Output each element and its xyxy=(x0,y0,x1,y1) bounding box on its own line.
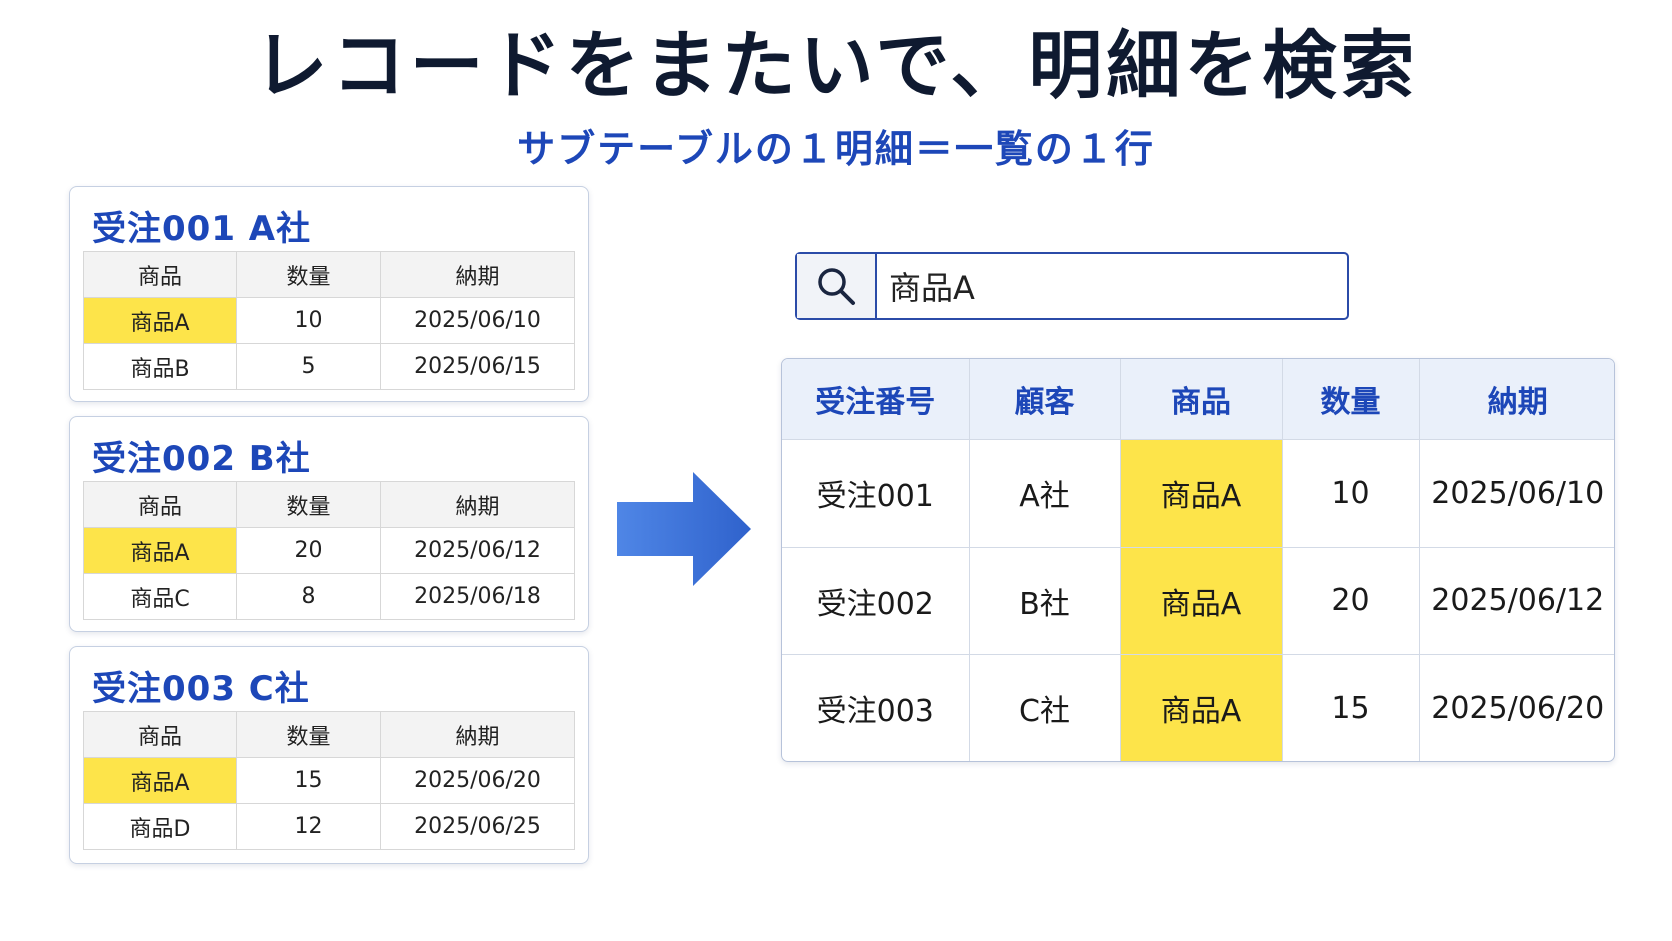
column-header-product: 商品 xyxy=(83,481,237,528)
cell-due: 2025/06/20 xyxy=(1431,690,1605,726)
subtable-header-row: 商品 数量 納期 xyxy=(83,481,575,528)
cell-customer: C社 xyxy=(969,654,1121,761)
cell-product: 商品B xyxy=(83,343,237,390)
cell-product: 商品C xyxy=(83,573,237,620)
result-list: 受注番号 顧客 商品 数量 納期 受注001 A社 商品A 10 2025/06… xyxy=(781,358,1615,762)
record-card-002: 受注002 B社 商品 数量 納期 商品A 20 2025/06/12 商品C … xyxy=(69,416,589,632)
column-header-qty: 数量 xyxy=(236,251,381,298)
table-row: 商品C 8 2025/06/18 xyxy=(83,573,575,620)
cell-due: 2025/06/15 xyxy=(380,343,575,390)
column-header-product: 商品 xyxy=(1120,359,1283,440)
cell-due: 2025/06/12 xyxy=(380,527,575,574)
cell-qty: 15 xyxy=(236,757,381,804)
cell-due: 2025/06/10 xyxy=(1419,439,1614,548)
column-header-due: 納期 xyxy=(380,711,575,758)
cell-product-highlighted: 商品A xyxy=(83,757,237,804)
cell-due: 2025/06/18 xyxy=(380,573,575,620)
cell-product-highlighted: 商品A xyxy=(1120,547,1283,656)
cell-qty: 12 xyxy=(236,803,381,850)
column-header-product: 商品 xyxy=(83,251,237,298)
cell-product: 商品D xyxy=(83,803,237,850)
cell-due: 2025/06/10 xyxy=(380,297,575,344)
cell-order-no: 受注002 xyxy=(782,547,970,656)
result-header-row: 受注番号 顧客 商品 数量 納期 xyxy=(782,359,1614,440)
cell-product-highlighted: 商品A xyxy=(1120,654,1283,761)
cell-order-no: 受注001 xyxy=(782,439,970,548)
subtable: 商品 数量 納期 商品A 20 2025/06/12 商品C 8 2025/06… xyxy=(83,481,575,620)
right-arrow-icon xyxy=(617,472,751,586)
column-header-due: 納期 xyxy=(380,251,575,298)
table-row: 商品A 10 2025/06/10 xyxy=(83,297,575,344)
column-header-qty: 数量 xyxy=(1282,359,1420,440)
subtable: 商品 数量 納期 商品A 10 2025/06/10 商品B 5 2025/06… xyxy=(83,251,575,390)
cell-qty: 10 xyxy=(236,297,381,344)
column-header-customer: 顧客 xyxy=(969,359,1121,440)
cell-due: 2025/06/20 xyxy=(380,757,575,804)
column-header-product: 商品 xyxy=(83,711,237,758)
cell-qty: 20 xyxy=(236,527,381,574)
cell-qty: 5 xyxy=(236,343,381,390)
table-row: 受注003 C社 商品A 15 2025/06/20 xyxy=(782,654,1614,761)
page-title: レコードをまたいで、明細を検索 xyxy=(253,23,1419,109)
table-row: 商品A 15 2025/06/20 xyxy=(83,757,575,804)
cell-qty: 20 xyxy=(1282,547,1420,656)
page-subtitle: サブテーブルの１明細＝一覧の１行 xyxy=(517,127,1155,171)
record-title: 受注003 C社 xyxy=(92,669,310,709)
table-row: 商品B 5 2025/06/15 xyxy=(83,343,575,390)
cell-qty: 10 xyxy=(1282,439,1420,548)
column-header-qty: 数量 xyxy=(236,481,381,528)
search-button[interactable] xyxy=(797,254,877,318)
cell-order-no: 受注003 xyxy=(782,654,970,761)
table-row: 商品D 12 2025/06/25 xyxy=(83,803,575,850)
table-row: 受注002 B社 商品A 20 2025/06/12 xyxy=(782,547,1614,656)
table-row: 商品A 20 2025/06/12 xyxy=(83,527,575,574)
subtable-header-row: 商品 数量 納期 xyxy=(83,251,575,298)
column-header-due: 納期 xyxy=(1419,359,1614,440)
search-input[interactable] xyxy=(889,262,1329,310)
record-title: 受注001 A社 xyxy=(92,209,312,249)
cell-product-highlighted: 商品A xyxy=(83,297,237,344)
cell-customer: B社 xyxy=(969,547,1121,656)
record-title: 受注002 B社 xyxy=(92,439,311,479)
record-card-001: 受注001 A社 商品 数量 納期 商品A 10 2025/06/10 商品B … xyxy=(69,186,589,402)
subtable: 商品 数量 納期 商品A 15 2025/06/20 商品D 12 2025/0… xyxy=(83,711,575,850)
cell-customer: A社 xyxy=(969,439,1121,548)
cell-qty: 15 xyxy=(1282,654,1420,761)
subtable-header-row: 商品 数量 納期 xyxy=(83,711,575,758)
result-table: 受注番号 顧客 商品 数量 納期 受注001 A社 商品A 10 2025/06… xyxy=(782,359,1614,761)
column-header-due: 納期 xyxy=(380,481,575,528)
column-header-order-no: 受注番号 xyxy=(782,359,970,440)
search-box xyxy=(795,252,1349,320)
cell-product-highlighted: 商品A xyxy=(83,527,237,574)
record-card-003: 受注003 C社 商品 数量 納期 商品A 15 2025/06/20 商品D … xyxy=(69,646,589,864)
column-header-qty: 数量 xyxy=(236,711,381,758)
cell-due: 2025/06/25 xyxy=(380,803,575,850)
cell-qty: 8 xyxy=(236,573,381,620)
table-row: 受注001 A社 商品A 10 2025/06/10 xyxy=(782,439,1614,548)
cell-due: 2025/06/12 xyxy=(1419,547,1614,656)
cell-product-highlighted: 商品A xyxy=(1120,439,1283,548)
search-icon xyxy=(818,268,855,305)
